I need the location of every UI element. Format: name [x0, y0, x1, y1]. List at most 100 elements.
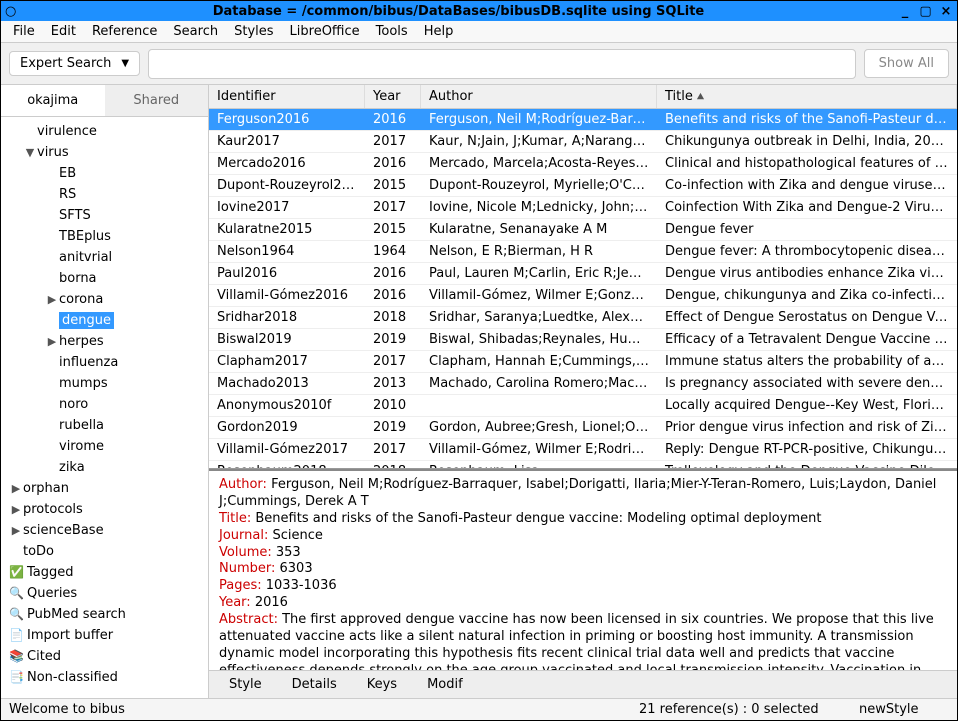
- tree-sciencebase[interactable]: ▶scienceBase: [1, 520, 208, 541]
- expert-search-button[interactable]: Expert Search ▼: [9, 51, 140, 76]
- pubmed-icon: [9, 607, 27, 622]
- cell-title: Co-infection with Zika and dengue viruse…: [657, 176, 957, 195]
- tree-anitviral[interactable]: anitvrial: [1, 247, 208, 268]
- tree-pubmed[interactable]: PubMed search: [1, 604, 208, 625]
- table-row[interactable]: Ferguson20162016Ferguson, Neil M;Rodrígu…: [209, 109, 957, 131]
- tree-virulence[interactable]: virulence: [1, 121, 208, 142]
- table-row[interactable]: Nelson19641964Nelson, E R;Bierman, H RDe…: [209, 241, 957, 263]
- close-icon[interactable]: ×: [939, 4, 953, 19]
- cell-author: Kaur, N;Jain, J;Kumar, A;Narang, M;Z...: [421, 132, 657, 151]
- tree-virus[interactable]: ▼virus: [1, 142, 208, 163]
- show-all-button[interactable]: Show All: [864, 49, 949, 78]
- table-body[interactable]: Ferguson20162016Ferguson, Neil M;Rodrígu…: [209, 109, 957, 468]
- tree-import[interactable]: Import buffer: [1, 625, 208, 646]
- cell-title: Locally acquired Dengue--Key West, Flori…: [657, 396, 957, 415]
- tree-noro[interactable]: noro: [1, 394, 208, 415]
- tree-orphan[interactable]: ▶orphan: [1, 478, 208, 499]
- menu-file[interactable]: File: [5, 22, 43, 41]
- tree: virulence ▼virus EB RS SFTS TBEplus anit…: [1, 117, 208, 698]
- col-author[interactable]: Author: [421, 85, 657, 108]
- cell-year: 2015: [365, 220, 421, 239]
- menu-help[interactable]: Help: [416, 22, 462, 41]
- table-row[interactable]: Sridhar20182018Sridhar, Saranya;Luedtke,…: [209, 307, 957, 329]
- tree-virome[interactable]: virome: [1, 436, 208, 457]
- tab-shared[interactable]: Shared: [105, 85, 209, 116]
- cell-identifier: Paul2016: [209, 264, 365, 283]
- nonclass-icon: [9, 670, 27, 685]
- table-row[interactable]: Villamil-Gómez20162016Villamil-Gómez, Wi…: [209, 285, 957, 307]
- cell-year: 2017: [365, 440, 421, 459]
- menu-libreoffice[interactable]: LibreOffice: [282, 22, 368, 41]
- tree-eb[interactable]: EB: [1, 163, 208, 184]
- expand-icon[interactable]: ▶: [9, 482, 23, 495]
- tree-herpes[interactable]: ▶herpes: [1, 331, 208, 352]
- tree-nonclass[interactable]: Non-classified: [1, 667, 208, 688]
- window-menu-icon[interactable]: ○: [5, 4, 21, 19]
- cell-author: Villamil-Gómez, Wilmer E;González-C...: [421, 286, 657, 305]
- table-row[interactable]: Clapham20172017Clapham, Hannah E;Cumming…: [209, 351, 957, 373]
- tree-mumps[interactable]: mumps: [1, 373, 208, 394]
- col-title[interactable]: Title: [657, 85, 957, 108]
- table-row[interactable]: Rosenbaum20182018Rosenbaum, LisaTrolleyo…: [209, 461, 957, 468]
- tree-protocols[interactable]: ▶protocols: [1, 499, 208, 520]
- col-identifier[interactable]: Identifier: [209, 85, 365, 108]
- tree-influenza[interactable]: influenza: [1, 352, 208, 373]
- tree-corona[interactable]: ▶corona: [1, 289, 208, 310]
- tree-tbeplus[interactable]: TBEplus: [1, 226, 208, 247]
- menu-search[interactable]: Search: [165, 22, 226, 41]
- tree-borna[interactable]: borna: [1, 268, 208, 289]
- table-row[interactable]: Machado20132013Machado, Carolina Romero;…: [209, 373, 957, 395]
- cell-year: 2018: [365, 308, 421, 327]
- expand-icon[interactable]: ▶: [9, 503, 23, 516]
- menu-styles[interactable]: Styles: [226, 22, 281, 41]
- expand-icon[interactable]: ▶: [45, 335, 59, 348]
- menu-edit[interactable]: Edit: [43, 22, 84, 41]
- tab-style[interactable]: Style: [229, 677, 262, 692]
- table-row[interactable]: Dupont-Rouzeyrol20152015Dupont-Rouzeyrol…: [209, 175, 957, 197]
- cell-identifier: Clapham2017: [209, 352, 365, 371]
- detail-volume-key: Volume:: [219, 545, 272, 560]
- col-year[interactable]: Year: [365, 85, 421, 108]
- tab-modif[interactable]: Modif: [427, 677, 463, 692]
- expand-icon[interactable]: ▼: [23, 146, 37, 159]
- expand-icon[interactable]: ▶: [9, 524, 23, 537]
- tree-rs[interactable]: RS: [1, 184, 208, 205]
- status-welcome: Welcome to bibus: [9, 702, 639, 717]
- tree-rubella[interactable]: rubella: [1, 415, 208, 436]
- cell-identifier: Mercado2016: [209, 154, 365, 173]
- cell-title: Dengue, chikungunya and Zika co-infectio…: [657, 286, 957, 305]
- tree-tagged[interactable]: Tagged: [1, 562, 208, 583]
- expand-icon[interactable]: ▶: [45, 293, 59, 306]
- table-row[interactable]: Kaur20172017Kaur, N;Jain, J;Kumar, A;Nar…: [209, 131, 957, 153]
- table-row[interactable]: Mercado20162016Mercado, Marcela;Acosta-R…: [209, 153, 957, 175]
- menu-reference[interactable]: Reference: [84, 22, 165, 41]
- detail-author: Ferguson, Neil M;Rodríguez-Barraquer, Is…: [219, 477, 936, 509]
- table-row[interactable]: Iovine20172017Iovine, Nicole M;Lednicky,…: [209, 197, 957, 219]
- cell-identifier: Rosenbaum2018: [209, 462, 365, 468]
- cell-author: Gordon, Aubree;Gresh, Lionel;Ojeda,...: [421, 418, 657, 437]
- tree-queries[interactable]: Queries: [1, 583, 208, 604]
- table-row[interactable]: Gordon20192019Gordon, Aubree;Gresh, Lion…: [209, 417, 957, 439]
- table-row[interactable]: Paul20162016Paul, Lauren M;Carlin, Eric …: [209, 263, 957, 285]
- search-input[interactable]: [148, 49, 856, 79]
- table-row[interactable]: Villamil-Gómez20172017Villamil-Gómez, Wi…: [209, 439, 957, 461]
- table-row[interactable]: Anonymous2010f2010Locally acquired Dengu…: [209, 395, 957, 417]
- tree-sfts[interactable]: SFTS: [1, 205, 208, 226]
- table-row[interactable]: Kularatne20152015Kularatne, Senanayake A…: [209, 219, 957, 241]
- menu-tools[interactable]: Tools: [368, 22, 416, 41]
- table-row[interactable]: Biswal20192019Biswal, Shibadas;Reynales,…: [209, 329, 957, 351]
- cell-year: 2017: [365, 198, 421, 217]
- dropdown-icon: ▼: [121, 58, 129, 69]
- tree-dengue[interactable]: dengue: [1, 310, 208, 331]
- minimize-icon[interactable]: _: [898, 4, 912, 19]
- tab-details[interactable]: Details: [292, 677, 337, 692]
- cell-identifier: Villamil-Gómez2017: [209, 440, 365, 459]
- tree-cited[interactable]: Cited: [1, 646, 208, 667]
- maximize-icon[interactable]: ▢: [918, 4, 932, 19]
- tab-user[interactable]: okajima: [1, 85, 105, 116]
- tab-keys[interactable]: Keys: [367, 677, 397, 692]
- tree-zika[interactable]: zika: [1, 457, 208, 478]
- tree-todo[interactable]: toDo: [1, 541, 208, 562]
- cell-year: 2016: [365, 286, 421, 305]
- cell-title: Chikungunya outbreak in Delhi, India, 20…: [657, 132, 957, 151]
